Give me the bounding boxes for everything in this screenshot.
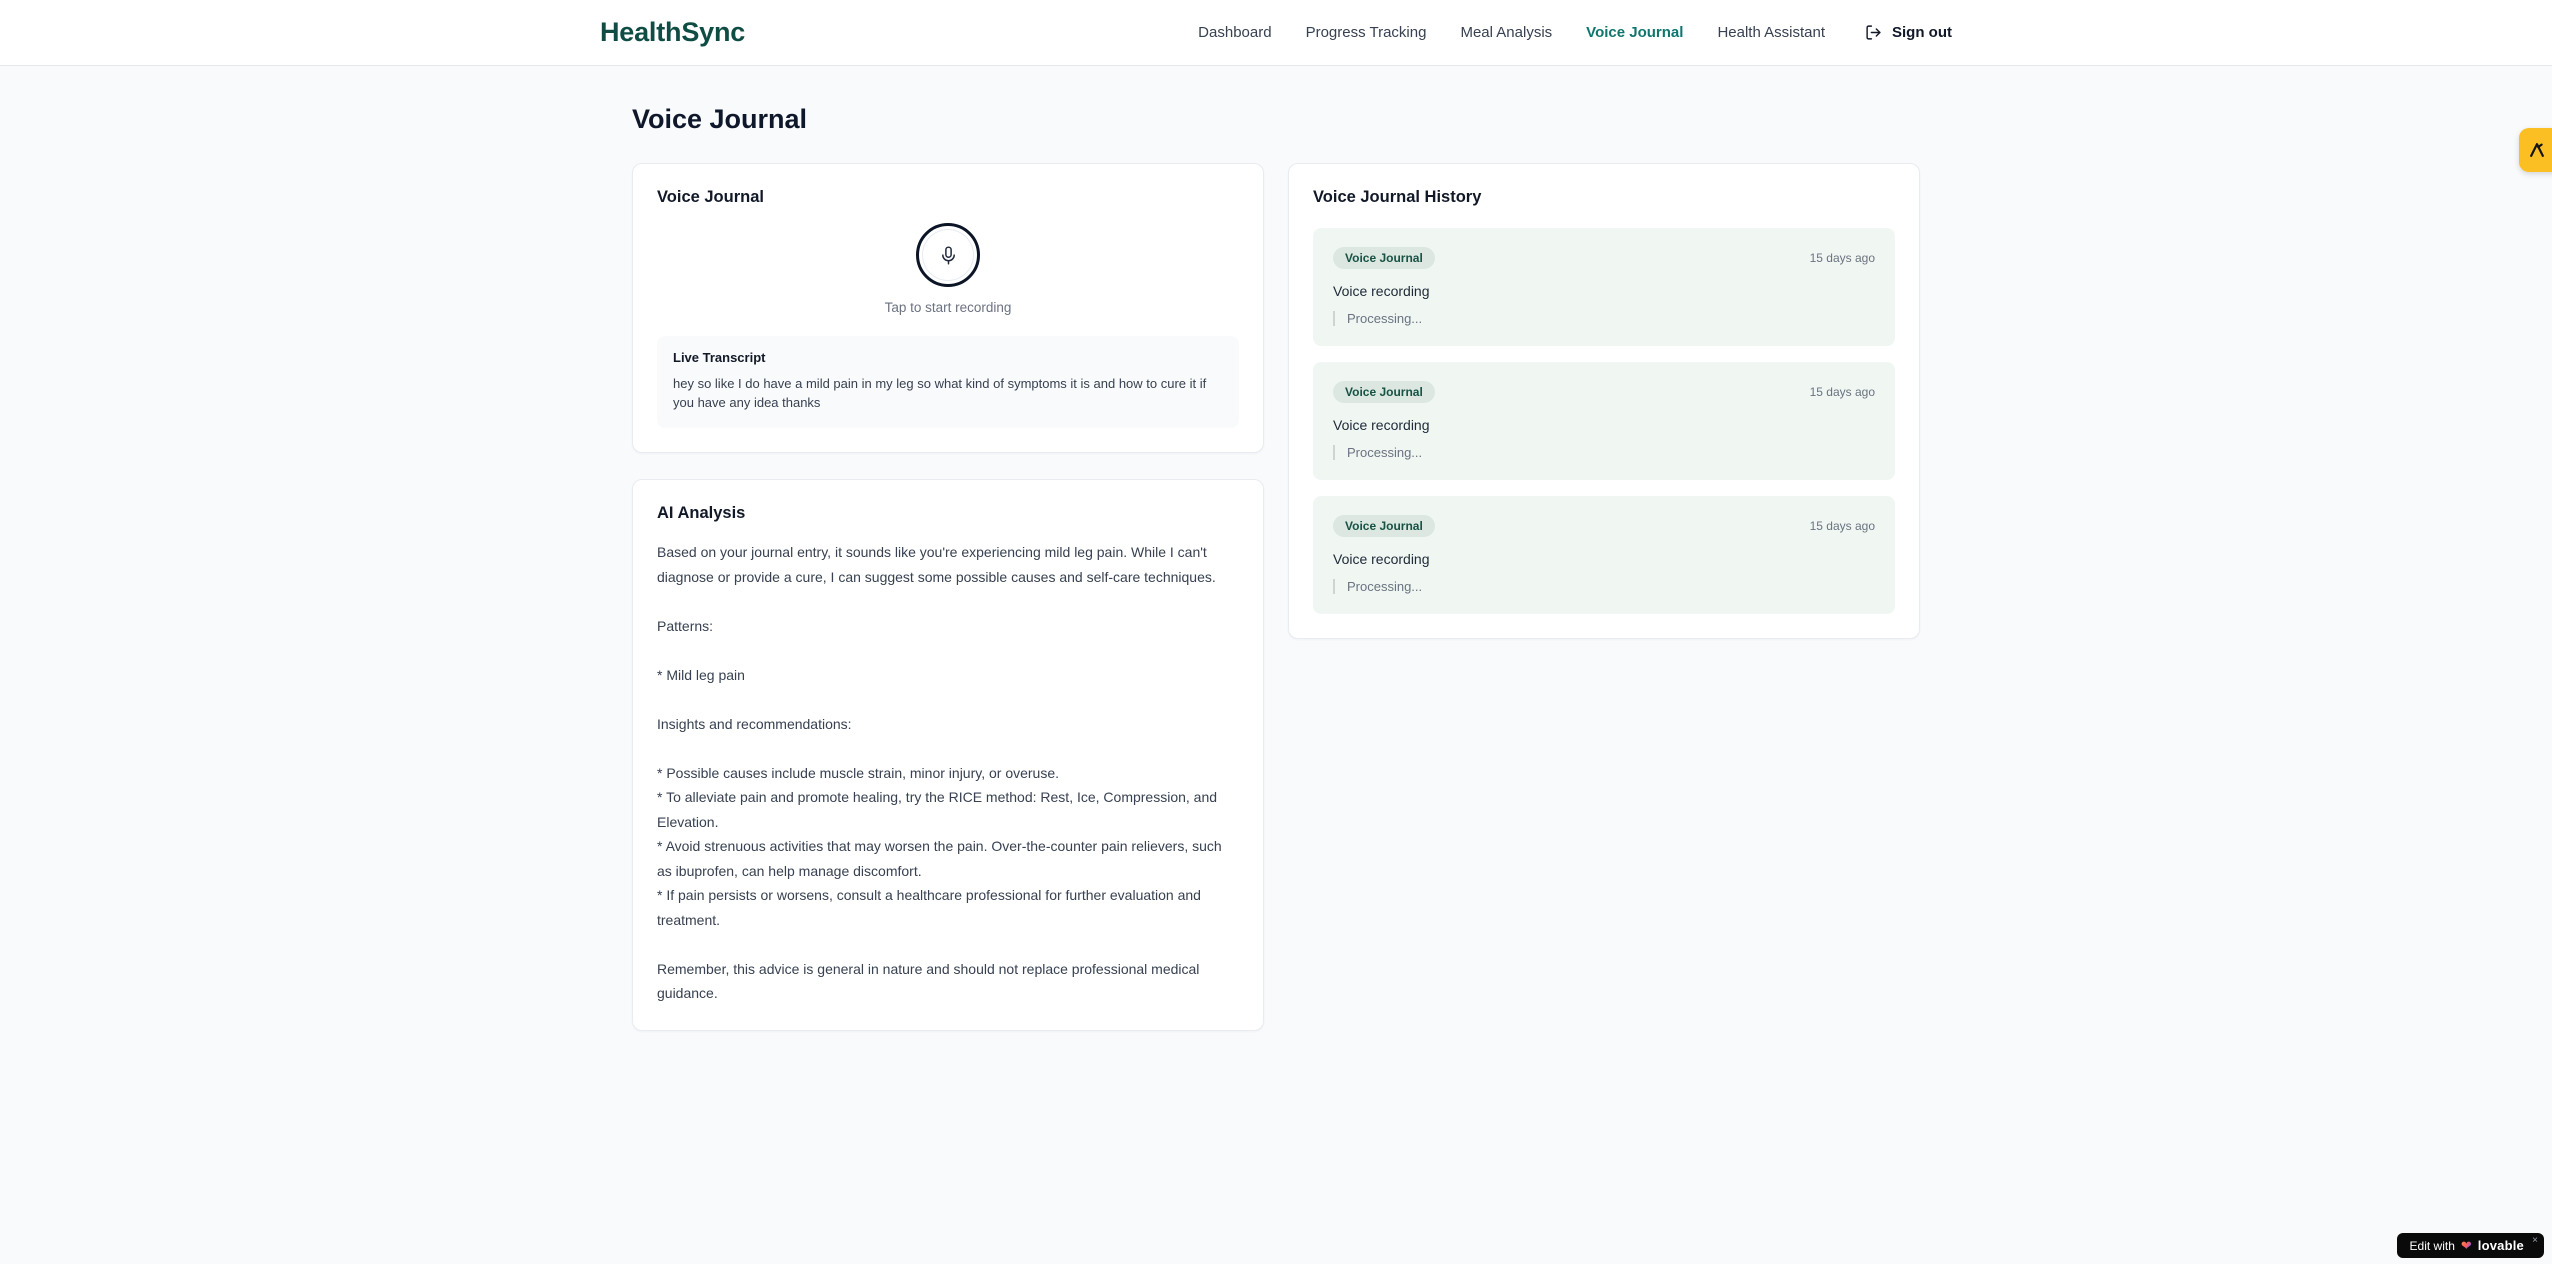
left-column: Voice Journal Tap to start recording Liv… [632,163,1264,1031]
record-button[interactable] [916,223,980,287]
entry-timestamp: 15 days ago [1809,251,1875,265]
right-column: Voice Journal History Voice Journal 15 d… [1288,163,1920,639]
ai-analysis-body: Based on your journal entry, it sounds l… [657,544,1222,1001]
history-entry[interactable]: Voice Journal 15 days ago Voice recordin… [1313,362,1895,480]
history-card-title: Voice Journal History [1313,188,1482,206]
entry-label: Voice recording [1333,551,1430,567]
top-nav: HealthSync Dashboard Progress Tracking M… [0,0,2552,66]
sign-out-icon [1866,25,1881,40]
history-list: Voice Journal 15 days ago Voice recordin… [1313,228,1895,614]
nav-item-progress-tracking[interactable]: Progress Tracking [1306,24,1427,41]
nav-item-dashboard[interactable]: Dashboard [1198,24,1271,41]
floating-side-badge[interactable] [2519,128,2552,172]
lovable-heart-icon: ❤ [2460,1237,2472,1253]
ai-analysis-card: AI Analysis Based on your journal entry,… [632,479,1264,1031]
lovable-edit-badge[interactable]: Edit with ❤ lovable × [2396,1233,2544,1258]
history-entry-header: Voice Journal 15 days ago [1333,381,1875,403]
microphone-icon [941,245,955,265]
brand-logo[interactable]: HealthSync [600,17,745,48]
nav-item-voice-journal[interactable]: Voice Journal [1586,24,1683,41]
entry-label: Voice recording [1333,417,1430,433]
lovable-close-icon[interactable]: × [2532,1235,2538,1246]
live-transcript-text: hey so like I do have a mild pain in my … [673,376,1207,410]
nav-links: Dashboard Progress Tracking Meal Analysi… [1198,24,1952,41]
lovable-brand: lovable [2477,1238,2524,1253]
voice-recorder-card: Voice Journal Tap to start recording Liv… [632,163,1264,453]
nav-item-meal-analysis[interactable]: Meal Analysis [1460,24,1552,41]
lambda-logo-icon [2529,143,2544,157]
sign-out-label: Sign out [1892,24,1952,41]
history-entry-header: Voice Journal 15 days ago [1333,247,1875,269]
entry-processing-status: Processing... [1333,311,1875,326]
recorder-body: Tap to start recording Live Transcript h… [657,223,1239,428]
nav-container: HealthSync Dashboard Progress Tracking M… [600,0,1952,65]
main-content: Voice Journal Voice Journal Tap to start… [632,66,1920,1031]
history-entry[interactable]: Voice Journal 15 days ago Voice recordin… [1313,228,1895,346]
entry-processing-status: Processing... [1333,579,1875,594]
entry-processing-status: Processing... [1333,445,1875,460]
entry-timestamp: 15 days ago [1809,385,1875,399]
page-title: Voice Journal [632,104,808,134]
live-transcript-title: Live Transcript [673,350,766,365]
entry-timestamp: 15 days ago [1809,519,1875,533]
entry-type-badge: Voice Journal [1333,381,1435,403]
voice-journal-history-card: Voice Journal History Voice Journal 15 d… [1288,163,1920,639]
entry-type-badge: Voice Journal [1333,515,1435,537]
ai-analysis-title: AI Analysis [657,504,746,522]
history-entry[interactable]: Voice Journal 15 days ago Voice recordin… [1313,496,1895,614]
tap-to-record-hint: Tap to start recording [884,300,1012,315]
history-entry-header: Voice Journal 15 days ago [1333,515,1875,537]
recorder-card-title: Voice Journal [657,188,764,206]
content-grid: Voice Journal Tap to start recording Liv… [632,163,1920,1031]
lovable-prefix: Edit with [2409,1238,2455,1253]
live-transcript-box: Live Transcript hey so like I do have a … [657,336,1239,428]
nav-item-health-assistant[interactable]: Health Assistant [1717,24,1825,41]
entry-type-badge: Voice Journal [1333,247,1435,269]
sign-out-button[interactable]: Sign out [1865,24,1952,41]
entry-label: Voice recording [1333,283,1430,299]
